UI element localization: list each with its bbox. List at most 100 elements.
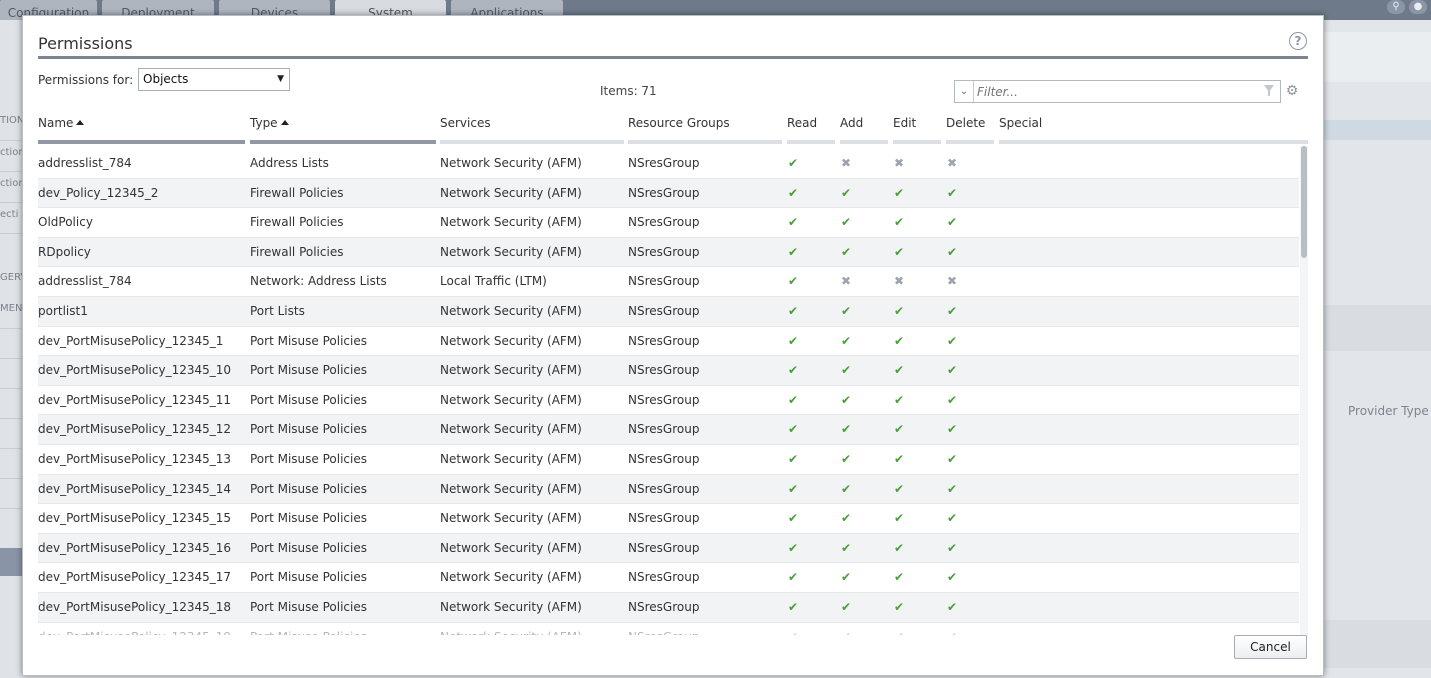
- divider: [0, 140, 22, 141]
- cell-services: Network Security (AFM): [440, 215, 582, 230]
- column-header-read[interactable]: Read: [787, 116, 817, 130]
- check-icon-read: ✔: [788, 215, 799, 230]
- scrollbar-thumb[interactable]: [1301, 146, 1307, 258]
- cross-icon-add: ✖: [841, 156, 852, 170]
- table-row[interactable]: dev_PortMisusePolicy_12345_16 Port Misuse…: [38, 533, 1299, 564]
- cell-name: dev_PortMisusePolicy_12345_11: [38, 392, 232, 407]
- permissions-for-label: Permissions for:: [38, 73, 134, 87]
- cell-resource-group: NSresGroup: [628, 540, 700, 555]
- divider: [0, 358, 22, 359]
- cell-services: Network Security (AFM): [440, 570, 582, 585]
- column-header-label: Type: [250, 116, 278, 130]
- table-row[interactable]: dev_PortMisusePolicy_12345_19 Port Misuse…: [38, 623, 1299, 636]
- table-scrollbar[interactable]: [1300, 146, 1308, 636]
- cell-type: Port Lists: [250, 303, 305, 318]
- funnel-icon[interactable]: [1264, 85, 1274, 96]
- table-row[interactable]: dev_PortMisusePolicy_12345_17 Port Misuse…: [38, 563, 1299, 593]
- gear-icon[interactable]: ⚙: [1285, 84, 1299, 98]
- check-icon-add: ✔: [841, 363, 852, 378]
- filter-box[interactable]: ⌄: [954, 80, 1281, 103]
- check-icon-delete: ✔: [947, 599, 958, 614]
- provider-type-header: Provider Type: [1348, 404, 1429, 418]
- sidebar-label: ction: [0, 147, 22, 158]
- divider: [0, 328, 22, 329]
- check-icon-edit: ✔: [894, 363, 905, 378]
- column-header-delete[interactable]: Delete: [946, 116, 985, 130]
- check-icon-add: ✔: [841, 540, 852, 555]
- title-divider: [38, 56, 1308, 59]
- background-panel: [1324, 32, 1431, 82]
- cell-name: addresslist_784: [38, 274, 132, 289]
- table-row[interactable]: portlist1 Port Lists Network Security (AFM…: [38, 296, 1299, 327]
- column-header-services[interactable]: Services: [440, 116, 491, 130]
- column-rule: [38, 140, 245, 144]
- cell-name: dev_PortMisusePolicy_12345_14: [38, 481, 232, 496]
- check-icon-delete: ✔: [947, 215, 958, 230]
- table-row[interactable]: dev_PortMisusePolicy_12345_13 Port Misuse…: [38, 445, 1299, 475]
- cell-name: dev_PortMisusePolicy_12345_19: [38, 623, 231, 636]
- table-row[interactable]: dev_PortMisusePolicy_12345_14 Port Misuse…: [38, 474, 1299, 505]
- check-icon-add: ✔: [841, 623, 851, 636]
- check-icon-read: ✔: [788, 540, 799, 555]
- column-header-edit[interactable]: Edit: [893, 116, 916, 130]
- chevron-down-icon[interactable]: ⌄: [955, 81, 974, 102]
- table-row[interactable]: RDpolicy Firewall Policies Network Securit…: [38, 237, 1299, 268]
- column-header-label: Name: [38, 116, 74, 130]
- permissions-for-select[interactable]: Objects ▼: [138, 68, 290, 91]
- cross-icon-delete: ✖: [947, 156, 958, 170]
- column-rule: [787, 140, 835, 144]
- column-rule: [440, 140, 624, 144]
- cell-services: Network Security (AFM): [440, 185, 582, 200]
- cell-services: Network Security (AFM): [440, 540, 582, 555]
- check-icon-read: ✔: [788, 481, 799, 496]
- cancel-button[interactable]: Cancel: [1234, 635, 1307, 659]
- check-icon-delete: ✔: [947, 540, 958, 555]
- table-row[interactable]: dev_Policy_12345_2 Firewall Policies Netwo…: [38, 178, 1299, 209]
- cell-name: addresslist_784: [38, 156, 132, 170]
- sidebar-label: ecti: [0, 209, 19, 220]
- column-header-name[interactable]: Name: [38, 116, 85, 130]
- permissions-dialog: Permissions ? Permissions for: Objects ▼…: [22, 15, 1324, 676]
- check-icon-add: ✔: [841, 599, 852, 614]
- background-panel: [1324, 620, 1431, 668]
- divider: [0, 508, 22, 509]
- table-row[interactable]: dev_PortMisusePolicy_12345_15 Port Misuse…: [38, 504, 1299, 534]
- column-rule: [250, 140, 436, 144]
- table-row[interactable]: OldPolicy Firewall Policies Network Securi…: [38, 208, 1299, 238]
- cell-services: Network Security (AFM): [440, 392, 582, 407]
- cell-services: Network Security (AFM): [440, 156, 582, 170]
- column-header-add[interactable]: Add: [840, 116, 863, 130]
- column-header-type[interactable]: Type: [250, 116, 289, 130]
- cell-type: Address Lists: [250, 156, 329, 170]
- divider: [0, 388, 22, 389]
- column-header-special[interactable]: Special: [999, 116, 1042, 130]
- table-row[interactable]: dev_PortMisusePolicy_12345_1 Port Misuse …: [38, 327, 1299, 357]
- filter-input[interactable]: [977, 82, 1247, 101]
- search-icon[interactable]: ⚲: [1387, 0, 1405, 14]
- table-row[interactable]: dev_PortMisusePolicy_12345_11 Port Misuse…: [38, 386, 1299, 416]
- check-icon-read: ✔: [788, 570, 799, 585]
- table-row[interactable]: dev_PortMisusePolicy_12345_10 Port Misuse…: [38, 356, 1299, 386]
- table-row[interactable]: dev_PortMisusePolicy_12345_12 Port Misuse…: [38, 415, 1299, 445]
- table-row[interactable]: addresslist_784 Address Lists Network Secu…: [38, 149, 1299, 179]
- user-icon[interactable]: ●: [1409, 0, 1427, 14]
- cell-services: Network Security (AFM): [440, 244, 582, 259]
- help-icon[interactable]: ?: [1289, 32, 1307, 50]
- check-icon-read: ✔: [788, 623, 798, 636]
- check-icon-edit: ✔: [894, 451, 905, 466]
- check-icon-read: ✔: [788, 303, 799, 318]
- cell-resource-group: NSresGroup: [628, 274, 700, 289]
- column-rule: [840, 140, 888, 144]
- table-row[interactable]: dev_PortMisusePolicy_12345_18 Port Misuse…: [38, 592, 1299, 623]
- top-icons: ⚲ ●: [1387, 0, 1427, 14]
- column-header-resource-groups[interactable]: Resource Groups: [628, 116, 730, 130]
- check-icon-add: ✔: [841, 451, 852, 466]
- check-icon-edit: ✔: [894, 511, 905, 526]
- check-icon-delete: ✔: [947, 570, 958, 585]
- cell-resource-group: NSresGroup: [628, 570, 700, 585]
- sidebar-label: MEN: [0, 303, 22, 314]
- check-icon-edit: ✔: [894, 481, 905, 496]
- cell-resource-group: NSresGroup: [628, 185, 700, 200]
- check-icon-edit: ✔: [894, 599, 905, 614]
- table-row[interactable]: addresslist_784 Network: Address Lists Loc…: [38, 267, 1299, 297]
